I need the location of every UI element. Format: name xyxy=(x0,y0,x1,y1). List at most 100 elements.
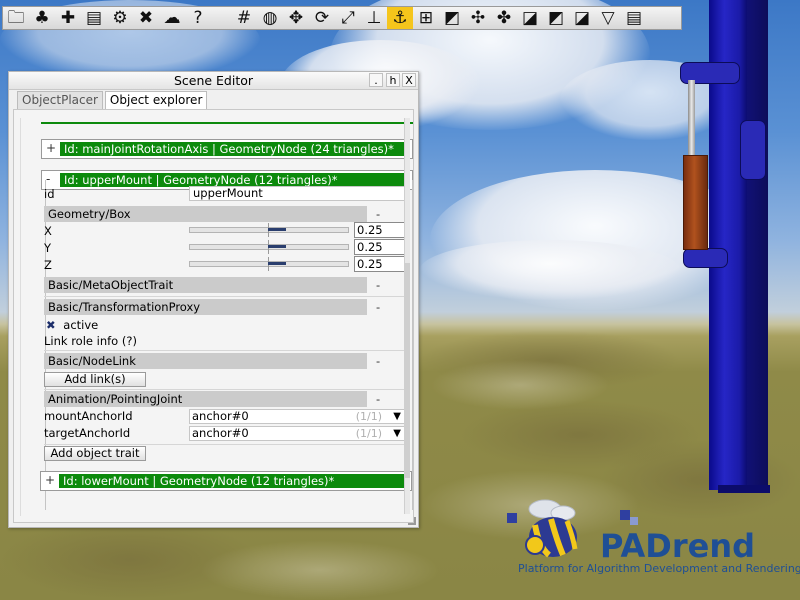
vertical-scrollbar[interactable] xyxy=(404,118,410,514)
ground-patch xyxy=(430,360,610,410)
camera-icon[interactable]: ◍ xyxy=(257,7,283,29)
target-anchor-count: (1/1) xyxy=(355,427,382,440)
section-transformation-proxy[interactable]: Basic/TransformationProxy xyxy=(44,299,367,315)
section-meta-object-trait[interactable]: Basic/MetaObjectTrait xyxy=(44,277,367,293)
edit-mode-4-icon[interactable]: ◪ xyxy=(517,7,543,29)
y-label: Y xyxy=(44,241,52,255)
collapse-transformation-proxy[interactable]: - xyxy=(376,300,380,314)
gear-icon[interactable]: ⚙ xyxy=(107,7,133,29)
tab-bar: ObjectPlacer Object explorer xyxy=(17,91,209,109)
edit-mode-7-icon[interactable]: ▽ xyxy=(595,7,621,29)
hide-button[interactable]: h xyxy=(386,73,400,87)
section-pointing-joint[interactable]: Animation/PointingJoint xyxy=(44,391,367,407)
edit-mode-5-icon[interactable]: ◩ xyxy=(543,7,569,29)
divider xyxy=(44,389,408,390)
weather-icon[interactable]: ☁ xyxy=(159,7,185,29)
edit-mode-2-icon[interactable]: ✣ xyxy=(465,7,491,29)
active-label: active xyxy=(63,318,99,332)
mount-anchor-value: anchor#0 xyxy=(192,409,249,423)
node-lower-mount[interactable]: + Id: lowerMount | GeometryNode (12 tria… xyxy=(40,471,412,491)
scale-icon[interactable]: ⤢ xyxy=(335,7,361,29)
checkmark-icon: ✖ xyxy=(46,318,56,332)
dropdown-arrow-icon[interactable]: ▼ xyxy=(393,427,401,440)
mount-anchor-count: (1/1) xyxy=(355,410,382,423)
divider xyxy=(44,296,408,297)
minimize-button[interactable]: . xyxy=(369,73,383,87)
x-value-field[interactable]: 0.25 xyxy=(354,222,406,238)
cloud xyxy=(420,240,680,300)
y-value-field[interactable]: 0.25 xyxy=(354,239,406,255)
snap-icon[interactable]: ⊥ xyxy=(361,7,387,29)
logo-square xyxy=(620,510,630,520)
collapse-pointing-joint[interactable]: - xyxy=(376,392,380,406)
lower-mount-bracket[interactable] xyxy=(683,248,728,268)
joint-bracket[interactable] xyxy=(740,120,766,180)
tab-object-placer[interactable]: ObjectPlacer xyxy=(17,91,103,109)
scene-editor-window: Scene Editor . h X ObjectPlacer Object e… xyxy=(8,71,419,528)
measure-icon[interactable]: ⊞ xyxy=(413,7,439,29)
plant-icon[interactable]: ♣ xyxy=(29,7,55,29)
expand-toggle[interactable]: + xyxy=(46,141,56,155)
bee-mascot-icon xyxy=(507,499,578,558)
rotate-icon[interactable]: ⟳ xyxy=(309,7,335,29)
link-role-info[interactable]: Link role info (?) xyxy=(44,334,137,348)
node-main-joint-rotation-axis[interactable]: + Id: mainJointRotationAxis | GeometryNo… xyxy=(41,139,413,159)
z-value-field[interactable]: 0.25 xyxy=(354,256,406,272)
tab-object-explorer[interactable]: Object explorer xyxy=(104,91,208,109)
mount-anchor-select[interactable]: anchor#0 (1/1) ▼ xyxy=(189,409,405,424)
close-button[interactable]: X xyxy=(402,73,416,87)
object-explorer-panel: + Id: mainJointRotationAxis | GeometryNo… xyxy=(13,109,414,523)
node-label[interactable]: Id: mainJointRotationAxis | GeometryNode… xyxy=(60,142,410,156)
collapse-meta-object-trait[interactable]: - xyxy=(376,278,380,292)
window-titlebar[interactable]: Scene Editor . h X xyxy=(9,72,418,90)
edit-mode-3-icon[interactable]: ✤ xyxy=(491,7,517,29)
z-label: Z xyxy=(44,258,52,272)
scrollbar-thumb[interactable] xyxy=(405,263,410,478)
logo-subtitle: Platform for Algorithm Development and R… xyxy=(518,562,800,575)
previous-node-edge xyxy=(41,120,413,124)
edit-mode-6-icon[interactable]: ◪ xyxy=(569,7,595,29)
target-anchor-value: anchor#0 xyxy=(192,426,249,440)
divider xyxy=(44,350,408,351)
divider xyxy=(44,444,408,445)
piston-rod[interactable] xyxy=(688,80,695,165)
id-field[interactable]: upperMount xyxy=(189,186,405,201)
puzzle-icon[interactable]: ✚ xyxy=(55,7,81,29)
target-anchor-select[interactable]: anchor#0 (1/1) ▼ xyxy=(189,426,405,441)
folder-icon[interactable]: 🗀 xyxy=(3,7,29,29)
main-toolbar: 🗀 ♣ ✚ ▤ ⚙ ✖ ☁? # ◍ ✥ ⟳ ⤢ ⊥ ⚓ ⊞ ◩ ✣ ✤ ◪ ◩ ◪ ▽ ▤ xyxy=(2,6,682,30)
resize-grip-icon[interactable] xyxy=(408,517,416,525)
edit-mode-1-icon[interactable]: ◩ xyxy=(439,7,465,29)
collapse-geometry-box[interactable]: - xyxy=(376,207,380,221)
mount-anchor-label: mountAnchorId xyxy=(44,409,133,423)
piston-body[interactable] xyxy=(683,155,708,250)
list-icon[interactable]: ▤ xyxy=(81,7,107,29)
section-node-link[interactable]: Basic/NodeLink xyxy=(44,353,367,369)
anchor-icon[interactable]: ⚓ xyxy=(387,7,413,29)
z-slider-knob[interactable] xyxy=(268,262,286,265)
active-checkbox[interactable]: ✖ active xyxy=(46,318,98,332)
node-label[interactable]: Id: lowerMount | GeometryNode (12 triang… xyxy=(59,474,409,488)
notes-icon[interactable]: ▤ xyxy=(621,7,647,29)
window-title: Scene Editor xyxy=(173,73,254,88)
collapse-node-link[interactable]: - xyxy=(376,354,380,368)
target-anchor-label: targetAnchorId xyxy=(44,426,131,440)
add-object-trait-button[interactable]: Add object trait xyxy=(44,446,146,461)
move-icon[interactable]: ✥ xyxy=(283,7,309,29)
id-label: id xyxy=(44,187,55,201)
logo-title: PADrend xyxy=(600,527,756,565)
dropdown-arrow-icon[interactable]: ▼ xyxy=(393,410,401,423)
help-icon[interactable]: ? xyxy=(185,7,211,29)
x-slider-knob[interactable] xyxy=(268,228,286,231)
y-slider-knob[interactable] xyxy=(268,245,286,248)
pole-base xyxy=(718,485,770,493)
ground-patch xyxy=(200,540,440,600)
add-links-button[interactable]: Add link(s) xyxy=(44,372,146,387)
numbers-icon[interactable]: # xyxy=(231,7,257,29)
padrend-logo: PADrend Platform for Algorithm Developme… xyxy=(505,495,800,595)
section-geometry-box[interactable]: Geometry/Box xyxy=(44,206,367,222)
logo-square xyxy=(630,517,638,525)
expand-toggle[interactable]: + xyxy=(45,473,55,487)
tools-icon[interactable]: ✖ xyxy=(133,7,159,29)
x-label: X xyxy=(44,224,52,238)
